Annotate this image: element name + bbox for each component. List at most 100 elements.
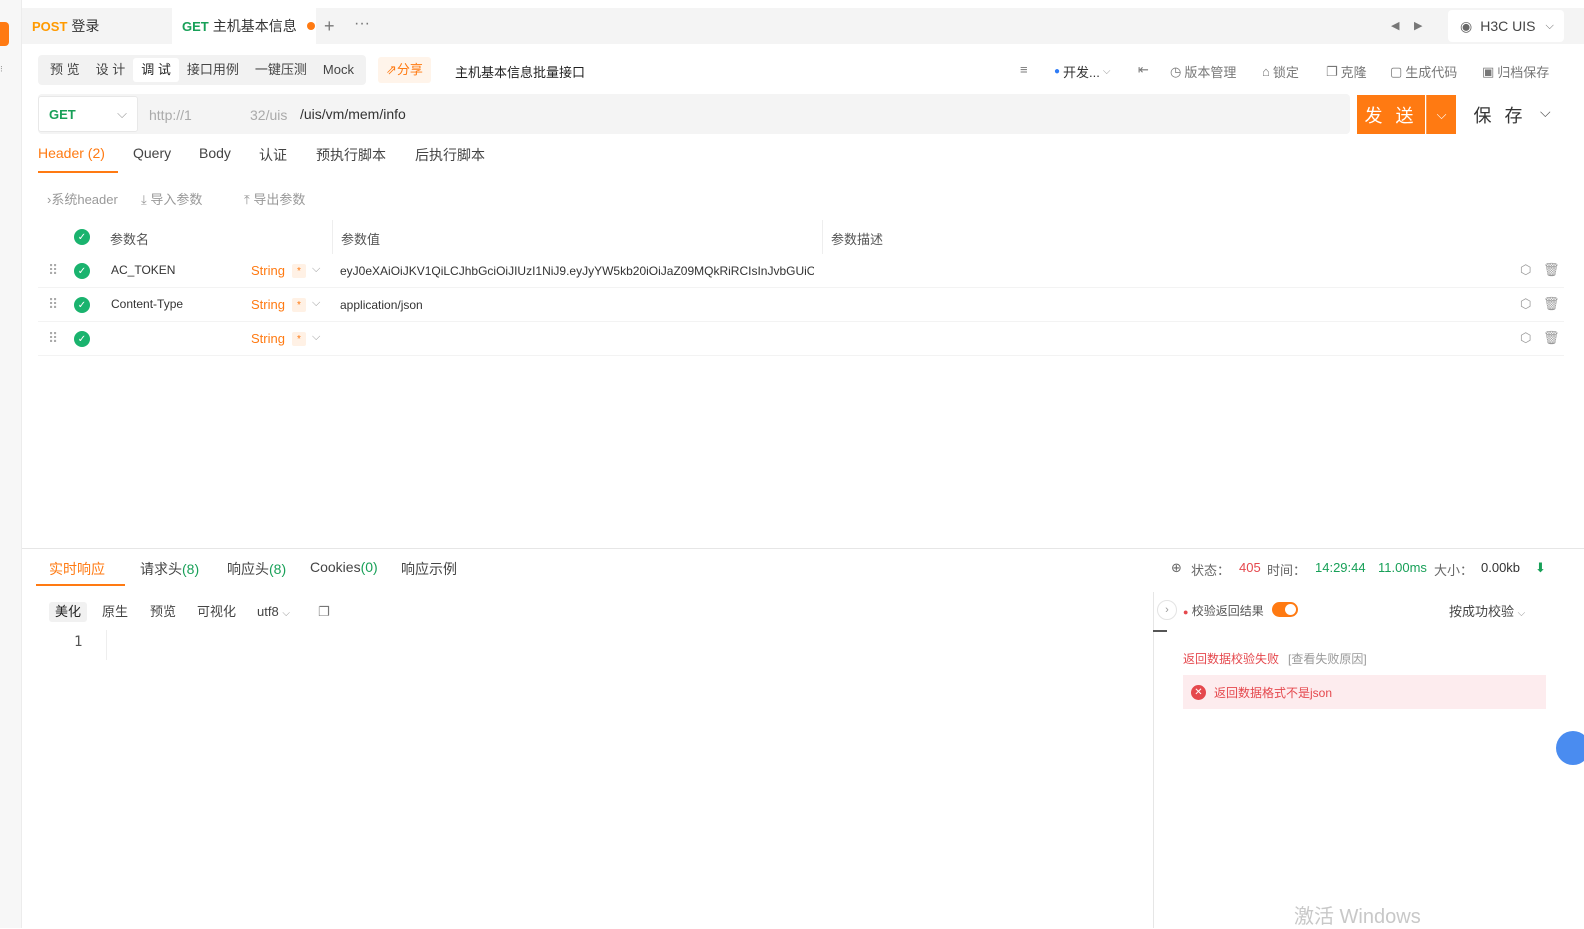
send-button[interactable]: 发 送 [1357, 95, 1425, 134]
format-visual[interactable]: 可视化 [191, 602, 242, 622]
version-button[interactable]: ◷ 版本管理 [1170, 62, 1236, 81]
send-dropdown-icon[interactable]: ⌵ [1426, 95, 1456, 134]
tab-host-info[interactable]: GET 主机基本信息 [172, 8, 316, 44]
sidebar-collapse-handle[interactable] [0, 22, 9, 46]
tab-header[interactable]: Header (2) [38, 145, 105, 161]
mode-preview[interactable]: 预 览 [42, 58, 88, 82]
tab-body[interactable]: Body [199, 145, 231, 161]
chevron-down-icon[interactable]: ⌵ [312, 297, 320, 310]
tab-post-script[interactable]: 后执行脚本 [415, 145, 485, 165]
share-button[interactable]: ⇗分享 [378, 57, 431, 83]
clone-button[interactable]: ❐ 克隆 [1326, 62, 1367, 81]
validation-mode-select[interactable]: 按成功校验 ⌵ [1449, 601, 1525, 620]
unsaved-dot-icon [306, 22, 315, 30]
validation-toggle[interactable] [1272, 602, 1298, 617]
format-icon[interactable]: ≡ [1020, 62, 1028, 77]
lock-button[interactable]: ⌂ 锁定 [1262, 62, 1299, 81]
cube-icon[interactable]: ⬡ [1520, 330, 1531, 346]
url-input[interactable]: /uis/vm/mem/info [300, 106, 406, 122]
url-base[interactable]: 32/uis [250, 107, 287, 123]
chevron-right-icon[interactable]: › [1157, 600, 1177, 620]
param-value[interactable]: application/json [340, 298, 814, 312]
environment-select[interactable]: ◉ H3C UIS ⌵ [1448, 10, 1564, 42]
download-icon[interactable]: ⬇ [1535, 560, 1546, 576]
method-label: GET [49, 106, 76, 122]
import-params-button[interactable]: ⤓ 导入参数 [141, 189, 202, 208]
drag-handle-icon[interactable]: ⠿ [48, 296, 58, 313]
cube-icon[interactable]: ⬡ [1520, 296, 1531, 312]
table-row: ⠿ ✓ AC_TOKEN String * ⌵ eyJ0eXAiOiJKV1Qi… [38, 254, 1564, 288]
mode-debug[interactable]: 调 试 [133, 58, 179, 82]
format-pretty[interactable]: 美化 [49, 602, 88, 622]
caret-right-icon[interactable]: ▶ [1414, 8, 1422, 44]
trash-icon[interactable]: 🗑 [1543, 262, 1560, 278]
tab-request-headers[interactable]: 请求头(8) [140, 559, 199, 579]
tab-method: POST [32, 18, 68, 34]
export-label: 导出参数 [253, 192, 306, 207]
validation-divider [1153, 592, 1154, 928]
row-checkbox[interactable]: ✓ [74, 331, 90, 347]
save-dropdown-icon[interactable]: ⌵ [1540, 104, 1551, 121]
active-tab-indicator [38, 171, 118, 173]
row-checkbox[interactable]: ✓ [74, 297, 90, 313]
drag-handle-icon[interactable]: ⠿ [48, 330, 58, 347]
tab-login[interactable]: POST 登录 [22, 8, 172, 44]
param-value[interactable]: eyJ0eXAiOiJKV1QiLCJhbGciOiJIUzI1NiJ9.eyJ… [340, 264, 814, 278]
floating-assistant-button[interactable] [1556, 731, 1584, 765]
param-type[interactable]: String [251, 331, 285, 346]
panel-divider[interactable] [22, 548, 1584, 549]
plus-icon[interactable]: + [324, 8, 335, 44]
format-preview[interactable]: 预览 [144, 602, 182, 622]
save-button[interactable]: 保 存 [1466, 95, 1534, 134]
url-prefix[interactable]: http://1 [149, 107, 192, 123]
method-select[interactable]: GET ⌵ [38, 96, 138, 132]
mode-mock[interactable]: Mock [315, 58, 362, 82]
trash-icon[interactable]: 🗑 [1543, 296, 1560, 312]
tab-response-headers[interactable]: 响应头(8) [227, 559, 286, 579]
tab-auth[interactable]: 认证 [259, 145, 287, 165]
param-name[interactable]: Content-Type [111, 297, 183, 311]
error-message-box: ✕ 返回数据格式不是json [1183, 675, 1546, 709]
ellipsis-icon[interactable]: ··· [354, 6, 370, 42]
cube-icon[interactable]: ⬡ [1520, 262, 1531, 278]
chevron-down-icon[interactable]: ⌵ [312, 263, 320, 276]
param-type[interactable]: String [251, 263, 285, 278]
status-select[interactable]: ● 开发... ⌵ [1054, 62, 1110, 81]
caret-left-icon[interactable]: ◀ [1391, 8, 1399, 44]
tab-pre-script[interactable]: 预执行脚本 [316, 145, 386, 165]
chevron-down-icon: ⌵ [1102, 66, 1111, 77]
error-message: 返回数据格式不是json [1214, 685, 1333, 700]
encoding-select[interactable]: utf8 ⌵ [251, 602, 296, 622]
row-checkbox[interactable]: ✓ [74, 263, 90, 279]
tab-realtime-response[interactable]: 实时响应 [49, 559, 105, 579]
required-badge[interactable]: * [292, 264, 306, 278]
status-select-label: 开发... [1063, 65, 1100, 80]
trash-icon[interactable]: 🗑 [1543, 330, 1560, 346]
required-badge[interactable]: * [292, 298, 306, 312]
line-number: 1 [74, 634, 83, 650]
divider-handle[interactable] [1153, 630, 1167, 632]
tab-cookies[interactable]: Cookies(0) [310, 559, 378, 575]
tab-response-example[interactable]: 响应示例 [401, 559, 457, 579]
mode-design[interactable]: 设 计 [88, 58, 134, 82]
indent-icon[interactable]: ⇤ [1138, 62, 1149, 78]
tab-query[interactable]: Query [133, 145, 171, 161]
param-name[interactable]: AC_TOKEN [111, 263, 175, 277]
chevron-down-icon[interactable]: ⌵ [312, 331, 320, 344]
param-type[interactable]: String [251, 297, 285, 312]
required-badge[interactable]: * [292, 332, 306, 346]
system-header-toggle[interactable]: ›系统header [47, 189, 118, 208]
select-all-checkbox[interactable]: ✓ [74, 229, 90, 245]
drag-handle-icon[interactable]: ⠿ [48, 262, 58, 279]
format-raw[interactable]: 原生 [96, 602, 134, 622]
copy-icon[interactable]: ❐ [312, 602, 336, 622]
view-fail-reason-link[interactable]: [查看失败原因] [1288, 650, 1367, 667]
mode-stress[interactable]: 一键压测 [247, 58, 315, 82]
version-label: 版本管理 [1184, 65, 1237, 80]
gencode-button[interactable]: ▢ 生成代码 [1390, 62, 1457, 81]
mode-cases[interactable]: 接口用例 [179, 58, 247, 82]
mode-tabs: 预 览 设 计 调 试 接口用例 一键压测 Mock [38, 55, 366, 85]
archive-button[interactable]: ▣ 归档保存 [1482, 62, 1549, 81]
share-label: 分享 [396, 62, 423, 77]
export-params-button[interactable]: ⤒ 导出参数 [244, 189, 305, 208]
